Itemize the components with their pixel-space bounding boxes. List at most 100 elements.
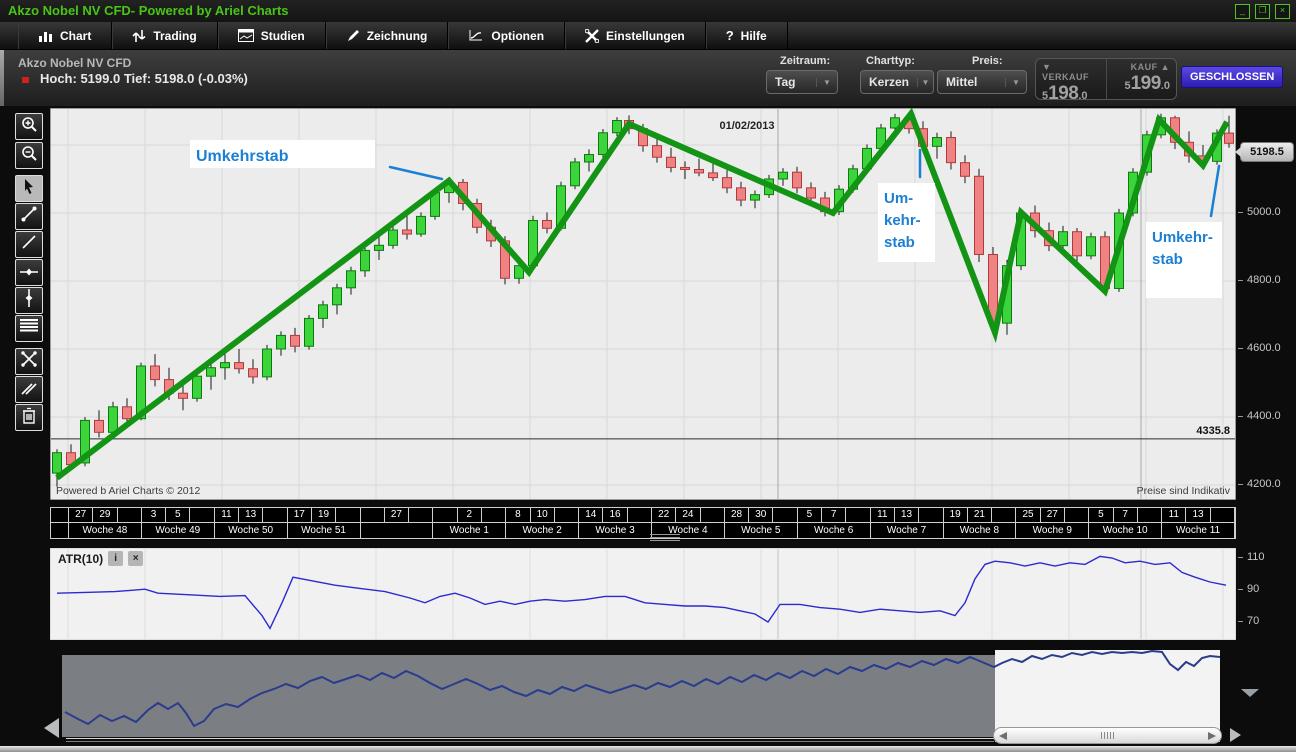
menu-studien-label: Studien bbox=[260, 28, 305, 43]
week-group: 11 13 Woche 11 bbox=[1162, 508, 1236, 538]
day-tick-cell: 22 bbox=[652, 508, 677, 523]
bottom-divider-bar bbox=[0, 746, 1296, 752]
atr-tick-label: 110 bbox=[1238, 551, 1265, 563]
trendline-tool-button[interactable] bbox=[15, 203, 43, 230]
atr-info-icon[interactable]: i bbox=[108, 551, 124, 566]
week-group: 28 30 Woche 5 bbox=[724, 508, 798, 538]
horizontal-line-icon bbox=[19, 264, 39, 282]
day-tick-cell bbox=[846, 508, 871, 523]
preis-label: Preis: bbox=[972, 55, 1003, 67]
atr-tick-label: 90 bbox=[1238, 583, 1259, 595]
line-tool-button[interactable] bbox=[15, 231, 43, 258]
menu-hilfe-label: Hilfe bbox=[740, 28, 767, 43]
handle-right-arrow-icon[interactable] bbox=[1208, 732, 1216, 740]
handle-left-arrow-icon[interactable] bbox=[999, 732, 1007, 740]
vertical-line-icon bbox=[24, 288, 34, 313]
zeitraum-dropdown[interactable]: Tag ▼ bbox=[766, 70, 838, 94]
menu-einstellungen[interactable]: Einstellungen bbox=[565, 22, 706, 49]
header-panel: Akzo Nobel NV CFD Hoch: 5199.0 Tief: 519… bbox=[0, 50, 1296, 106]
day-tick-cell: 13 bbox=[239, 508, 264, 523]
price-axis: 5198.5 5000.0 4800.0 4600.0 4400.0 4200.0 bbox=[1235, 106, 1296, 546]
menu-zeichnung[interactable]: Zeichnung bbox=[326, 22, 449, 49]
week-label: Woche 6 bbox=[798, 523, 871, 538]
price-tick-label: 4800.0 bbox=[1238, 274, 1281, 286]
menu-optionen[interactable]: Optionen bbox=[448, 22, 566, 49]
verkauf-button[interactable]: ▼ VERKAUF 5198.0 bbox=[1036, 59, 1106, 104]
current-price-badge: 5198.5 bbox=[1235, 142, 1294, 162]
menu-chart[interactable]: Chart bbox=[18, 22, 113, 49]
atr-indicator-panel[interactable] bbox=[50, 548, 1236, 640]
day-tick-cell: 13 bbox=[1186, 508, 1211, 523]
minimize-icon[interactable]: _ bbox=[1235, 4, 1250, 19]
restore-icon[interactable]: ❐ bbox=[1255, 4, 1270, 19]
day-tick-cell bbox=[190, 508, 215, 523]
day-tick-cell: 10 bbox=[530, 508, 555, 523]
atr-header: ATR(10) i × bbox=[58, 551, 144, 566]
day-tick-cell bbox=[554, 508, 580, 523]
window-controls: _ ❐ × bbox=[1235, 4, 1290, 19]
price-level-label: 4335.8 bbox=[1196, 425, 1230, 437]
zeitraum-value: Tag bbox=[775, 75, 796, 89]
zoom-out-button[interactable] bbox=[15, 142, 43, 169]
geschlossen-badge[interactable]: GESCHLOSSEN bbox=[1181, 66, 1284, 88]
navigator-track bbox=[66, 738, 994, 742]
navigator-scroll-handle[interactable] bbox=[993, 727, 1222, 744]
zeitraum-label: Zeitraum: bbox=[780, 55, 831, 67]
trade-panel: ▼ VERKAUF 5198.0 KAUF ▲ 5199.0 bbox=[1035, 58, 1177, 104]
menu-trading-label: Trading bbox=[153, 28, 197, 43]
parallel-lines-icon bbox=[19, 318, 39, 339]
day-tick-cell bbox=[627, 508, 653, 523]
week-label: Woche 11 bbox=[1162, 523, 1235, 538]
kauf-button[interactable]: KAUF ▲ 5199.0 bbox=[1105, 59, 1177, 99]
week-label: Woche 49 bbox=[142, 523, 215, 538]
annotation-text: kehr- bbox=[884, 212, 921, 229]
vertical-line-tool-button[interactable] bbox=[15, 287, 43, 314]
menu-studien[interactable]: Studien bbox=[218, 22, 326, 49]
day-tick-cell: 14 bbox=[579, 508, 604, 523]
curve-icon bbox=[468, 29, 484, 43]
day-tick-cell: 7 bbox=[822, 508, 847, 523]
week-group: 2 Woche 1 bbox=[433, 508, 507, 538]
close-icon[interactable]: × bbox=[1275, 4, 1290, 19]
chevron-down-icon: ▼ bbox=[917, 77, 933, 87]
axis-stub bbox=[51, 508, 69, 538]
preis-dropdown[interactable]: Mittel ▼ bbox=[937, 70, 1027, 94]
cross-tool-button[interactable] bbox=[15, 348, 43, 375]
main-price-chart[interactable]: 4335.8 Umkehrstab Um-kehr-stab Umkehr-stab 0… bbox=[50, 108, 1236, 500]
axis-resize-grip[interactable] bbox=[650, 534, 680, 543]
week-group: 8 10 Woche 2 bbox=[506, 508, 580, 538]
menu-hilfe[interactable]: ? Hilfe bbox=[706, 22, 788, 49]
menu-zeichnung-label: Zeichnung bbox=[366, 28, 428, 43]
week-label: Woche 7 bbox=[871, 523, 944, 538]
price-tick-label: 4600.0 bbox=[1238, 342, 1281, 354]
day-tick-cell: 19 bbox=[943, 508, 968, 523]
titlebar: Akzo Nobel NV CFD- Powered by Ariel Char… bbox=[0, 0, 1296, 23]
date-label: 01/02/2013 bbox=[719, 120, 774, 132]
week-group: 5 7 Woche 10 bbox=[1089, 508, 1163, 538]
levels-tool-button[interactable] bbox=[15, 315, 43, 342]
arrow-down-icon: ▼ bbox=[1042, 62, 1052, 72]
symbol-name: Akzo Nobel NV CFD bbox=[18, 56, 132, 70]
hoch-tief-stats: Hoch: 5199.0 Tief: 5198.0 (-0.03%) bbox=[40, 71, 248, 86]
scroll-left-arrow-icon[interactable] bbox=[44, 718, 59, 738]
verkauf-price: 5198.0 bbox=[1042, 83, 1088, 104]
day-tick-cell: 16 bbox=[603, 508, 628, 523]
zoom-in-button[interactable] bbox=[15, 113, 43, 140]
channel-tool-button[interactable] bbox=[15, 376, 43, 403]
menu-trading[interactable]: Trading bbox=[112, 22, 218, 49]
left-edge-strip bbox=[0, 50, 4, 106]
day-tick-cell: 24 bbox=[676, 508, 701, 523]
day-tick-cell bbox=[263, 508, 288, 523]
scroll-right-arrow-icon[interactable] bbox=[1230, 728, 1241, 742]
cursor-tool-button[interactable] bbox=[15, 175, 43, 202]
day-tick-cell bbox=[773, 508, 798, 523]
delete-tool-button[interactable] bbox=[15, 404, 43, 431]
week-label: Woche 9 bbox=[1016, 523, 1090, 538]
collapse-panel-icon[interactable] bbox=[1241, 689, 1259, 697]
charttyp-dropdown[interactable]: Kerzen ▼ bbox=[860, 70, 934, 94]
day-tick-cell: 11 bbox=[214, 508, 240, 523]
atr-close-icon[interactable]: × bbox=[128, 551, 144, 566]
week-label: Woche 5 bbox=[725, 523, 798, 538]
horizontal-line-tool-button[interactable] bbox=[15, 259, 43, 286]
annotation-text: Umkehr- bbox=[1152, 229, 1213, 246]
